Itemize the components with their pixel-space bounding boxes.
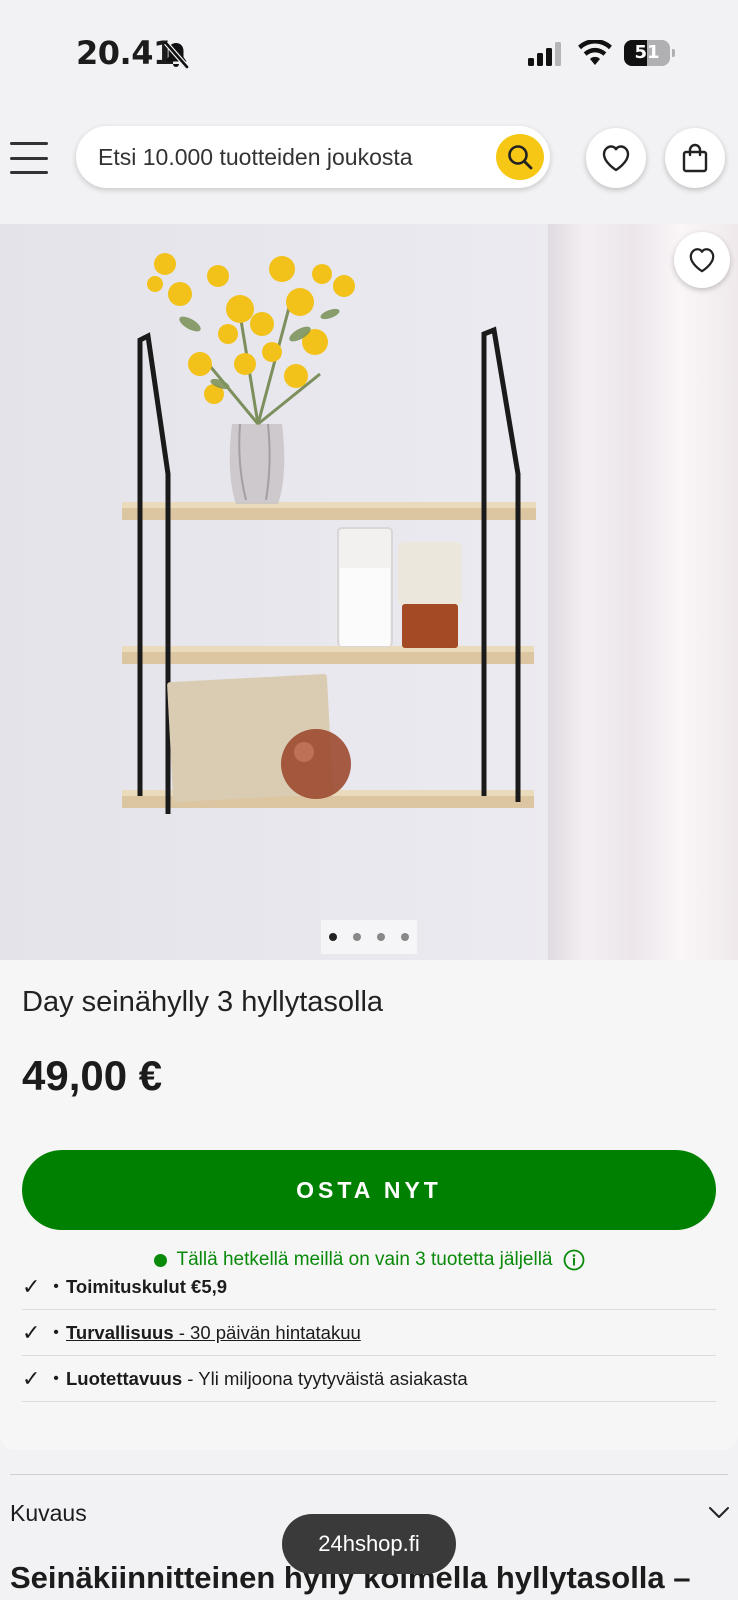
image-wishlist-button[interactable] [674, 232, 730, 288]
menu-icon[interactable] [10, 142, 48, 174]
wishlist-button[interactable] [586, 128, 646, 188]
wifi-icon [578, 40, 612, 65]
heart-icon [689, 248, 715, 273]
buy-now-button[interactable]: OSTA NYT [22, 1150, 716, 1230]
battery-level: 51 [634, 42, 660, 63]
gallery-dot[interactable] [401, 933, 409, 941]
chevron-down-icon[interactable] [708, 1506, 730, 1520]
bag-icon [682, 143, 708, 173]
description-toggle-label[interactable]: Kuvaus [10, 1500, 87, 1527]
usp-detail: - Yli miljoona tyytyväistä asiakasta [182, 1367, 468, 1389]
domain-toast[interactable]: 24hshop.fi [282, 1514, 456, 1574]
gallery-dot[interactable] [377, 933, 385, 941]
section-divider [10, 1474, 728, 1475]
product-title: Day seinähylly 3 hyllytasolla [22, 986, 384, 1018]
bell-muted-icon [164, 41, 189, 69]
product-image[interactable] [0, 224, 738, 960]
usp-detail[interactable]: - 30 päivän hintatakuu [174, 1322, 361, 1344]
usp-reliability: ✓ • Luotettavuus - Yli miljoona tyytyväi… [22, 1356, 716, 1402]
product-price: 49,00 € [22, 1052, 163, 1099]
gallery-pagination[interactable] [321, 920, 417, 954]
usp-label[interactable]: Turvallisuus [66, 1322, 174, 1344]
status-bar: 20.41 51 [0, 0, 738, 100]
search-input[interactable] [98, 126, 468, 188]
check-icon: ✓ [22, 1273, 41, 1299]
heart-icon [602, 145, 630, 172]
product-info: Day seinähylly 3 hyllytasolla 49,00 € OS… [0, 960, 738, 1450]
battery-indicator: 51 [624, 40, 675, 66]
search-button[interactable] [496, 134, 544, 180]
site-header [0, 112, 738, 208]
usp-label: Toimituskulut €5,9 [66, 1275, 228, 1297]
usp-shipping: ✓ • Toimituskulut €5,9 [22, 1264, 716, 1310]
usp-security[interactable]: ✓ • Turvallisuus - 30 päivän hintatakuu [22, 1310, 716, 1356]
usp-label: Luotettavuus [66, 1367, 183, 1389]
check-icon: ✓ [22, 1365, 41, 1391]
cart-button[interactable] [665, 128, 725, 188]
search-icon [508, 145, 533, 170]
search-bar [76, 126, 550, 188]
status-time: 20.41 [76, 34, 175, 72]
wall-shelf-illustration [0, 224, 738, 960]
gallery-dot[interactable] [353, 933, 361, 941]
check-icon: ✓ [22, 1319, 41, 1345]
cellular-signal-icon [528, 42, 561, 66]
gallery-dot[interactable] [329, 933, 337, 941]
